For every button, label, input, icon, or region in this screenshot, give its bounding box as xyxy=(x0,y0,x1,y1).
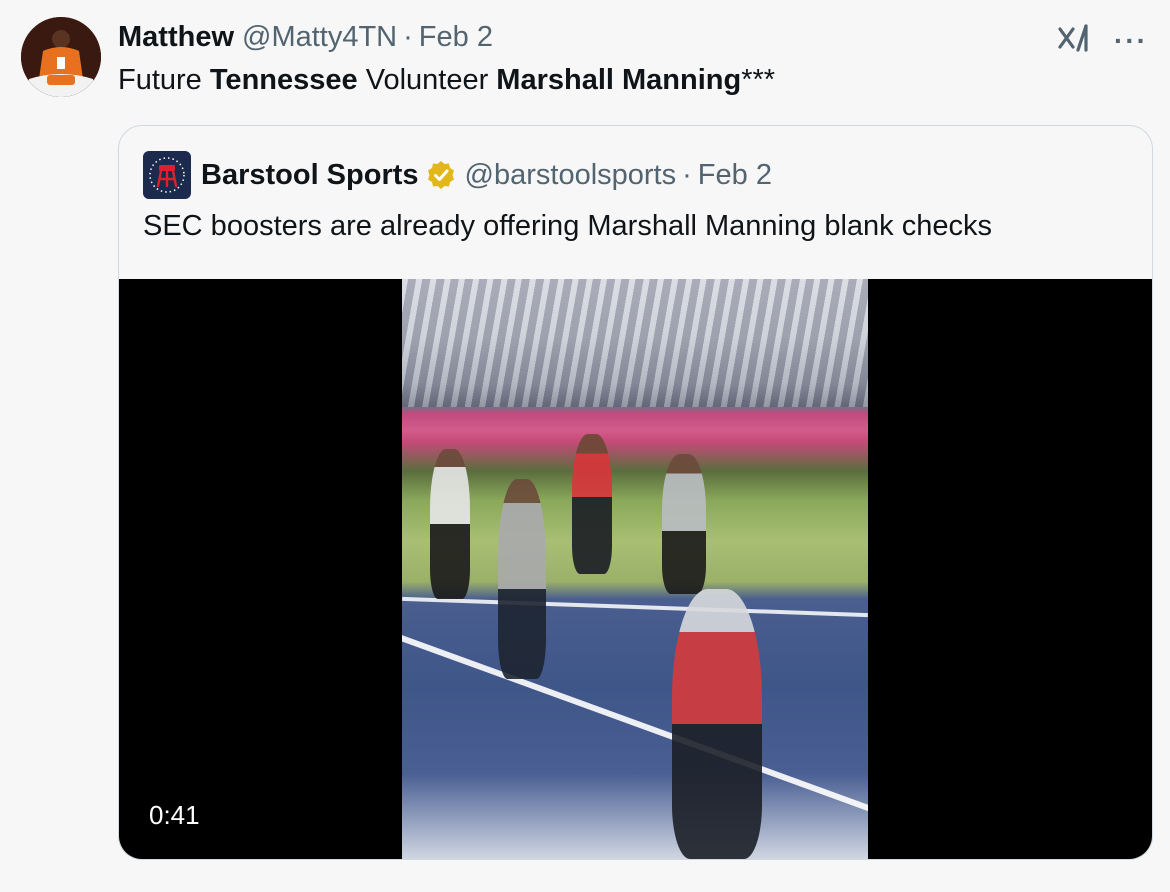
tweet-text-bold-name: Marshall Manning xyxy=(496,64,742,96)
tweet-text: Future Tennessee Volunteer Marshall Mann… xyxy=(118,62,775,98)
video-player[interactable]: 0:41 xyxy=(119,279,1152,859)
grok-icon[interactable] xyxy=(1056,20,1092,61)
quoted-tweet[interactable]: Barstool Sports @barstoolsports · Feb 2 … xyxy=(118,125,1153,860)
quoted-display-name[interactable]: Barstool Sports xyxy=(201,159,419,192)
quoted-handle[interactable]: @barstoolsports xyxy=(465,159,677,192)
author-avatar[interactable] xyxy=(21,17,101,97)
player-figure xyxy=(572,434,612,574)
tweet[interactable]: Matthew @Matty4TN · Feb 2 ··· Future Ten… xyxy=(0,0,1170,892)
separator-dot: · xyxy=(403,20,413,53)
tweet-text-part: Future xyxy=(118,64,210,96)
video-duration: 0:41 xyxy=(149,800,200,830)
more-icon[interactable]: ··· xyxy=(1114,26,1148,55)
author-display-name[interactable]: Matthew xyxy=(118,21,234,54)
sideline xyxy=(402,628,868,858)
tweet-text-part: *** xyxy=(741,64,776,96)
tweet-date[interactable]: Feb 2 xyxy=(419,21,493,54)
tweet-header: Matthew @Matty4TN · Feb 2 xyxy=(118,18,493,56)
video-thumbnail[interactable] xyxy=(402,279,868,859)
verified-badge-icon xyxy=(427,161,454,189)
player-figure xyxy=(498,479,546,679)
quoted-tweet-text: SEC boosters are already offering Marsha… xyxy=(143,210,992,242)
tweet-text-bold-tennessee: Tennessee xyxy=(209,64,358,96)
avatar-image xyxy=(21,17,101,97)
player-figure xyxy=(662,454,706,594)
barstool-logo[interactable] xyxy=(143,151,191,199)
quoted-date[interactable]: Feb 2 xyxy=(698,159,772,192)
quoted-tweet-header: Barstool Sports @barstoolsports · Feb 2 xyxy=(143,151,772,199)
tweet-top-actions: ··· xyxy=(1056,20,1148,61)
field-line xyxy=(402,596,868,618)
separator-dot: · xyxy=(682,158,692,191)
author-handle[interactable]: @Matty4TN xyxy=(242,21,397,54)
player-figure xyxy=(430,449,470,599)
tweet-text-part: Volunteer xyxy=(357,64,497,96)
player-figure xyxy=(672,589,762,859)
crowd-stands xyxy=(402,279,868,408)
